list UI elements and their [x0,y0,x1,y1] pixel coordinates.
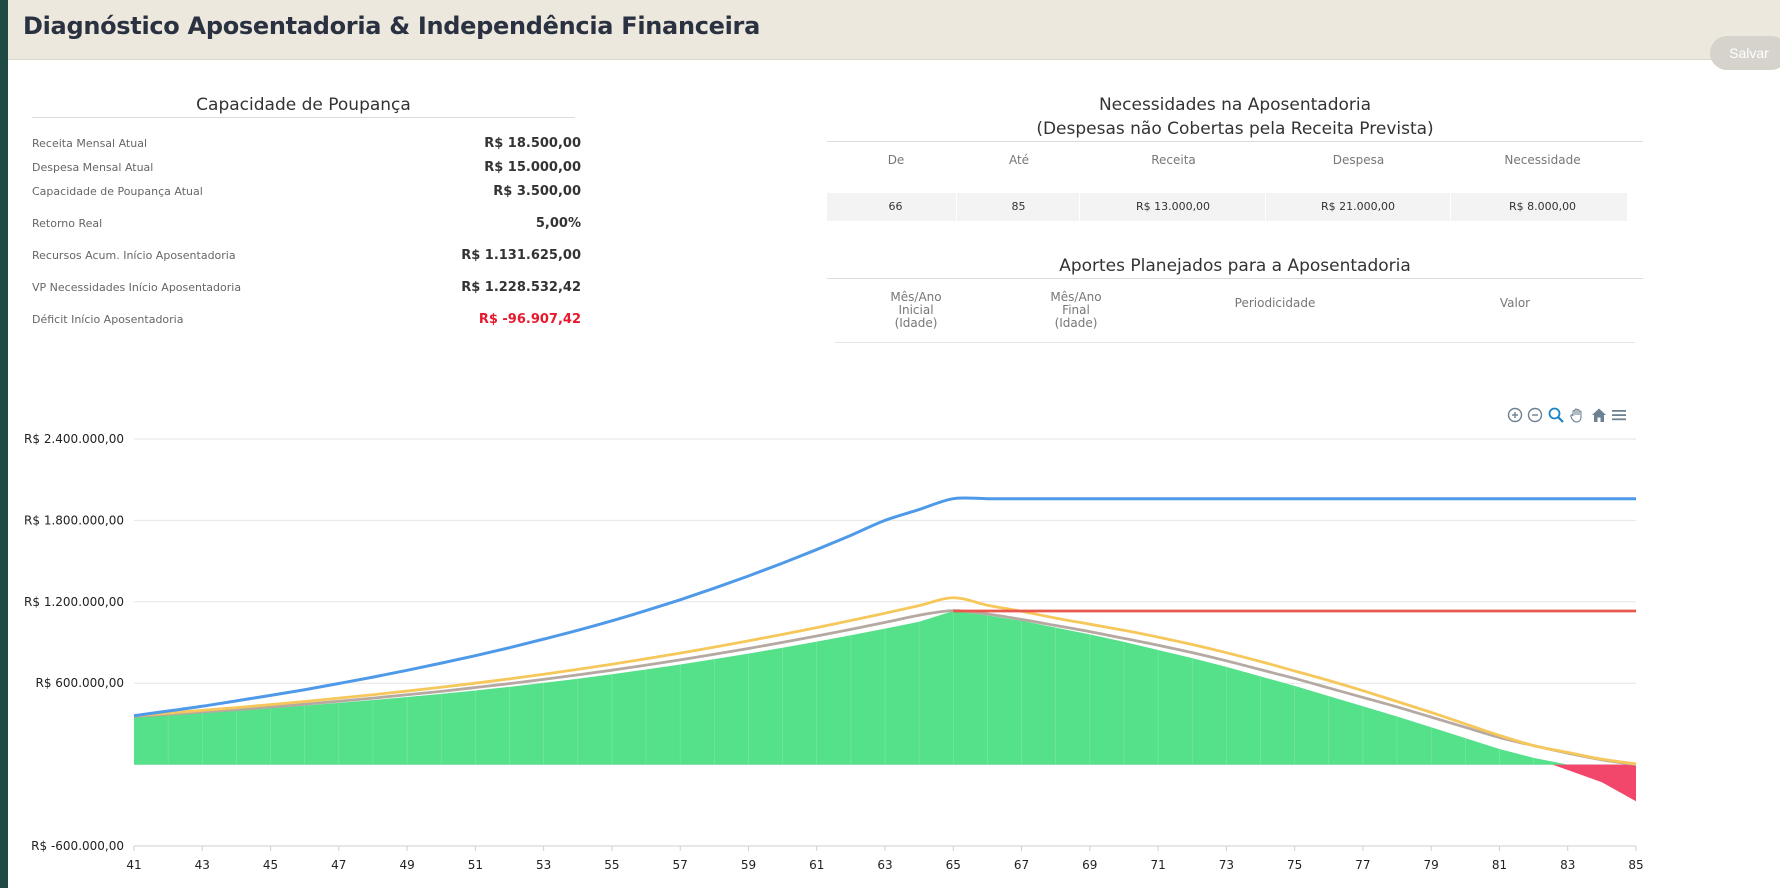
kv-value-retorno: 5,00% [535,216,581,231]
page-title: Diagnóstico Aposentadoria & Independênci… [23,12,760,40]
kv-value-capacidade: R$ 3.500,00 [493,184,581,199]
kv-value-deficit: R$ -96.907,42 [478,312,581,327]
necessidades-title: Necessidades na Aposentadoria [1098,95,1372,115]
necessidades-subtitle: (Despesas não Cobertas pela Receita Prev… [1036,119,1434,139]
kv-label-retorno: Retorno Real [32,217,103,230]
necessidades-divider [827,141,1643,142]
kv-value-vp: R$ 1.228.532,42 [461,280,581,295]
col-receita: Receita [1151,153,1196,167]
col-valor: Valor [1499,296,1531,310]
aportes-bottom-rule [835,342,1635,343]
kv-label-recursos: Recursos Acum. Início Aposentadoria [32,249,236,262]
col-inicial: Mês/Ano Inicial (Idade) [890,290,942,330]
col-periodicidade: Periodicidade [1234,296,1316,310]
cell-receita: R$ 13.000,00 [1081,193,1266,221]
kv-label-vp: VP Necessidades Início Aposentadoria [32,281,242,294]
selection-zoom-icon[interactable] [1547,407,1565,425]
capacidade-divider [32,117,575,118]
save-button[interactable]: Salvar [1710,36,1780,70]
table-row: 66 85 R$ 13.000,00 R$ 21.000,00 R$ 8.000… [827,193,1627,221]
zoom-in-icon[interactable] [1506,407,1524,425]
col-despesa: Despesa [1332,153,1385,167]
capacidade-title: Capacidade de Poupança [196,95,411,115]
kv-value-despesa: R$ 15.000,00 [484,160,581,175]
aportes-divider [827,278,1643,279]
kv-label-despesa: Despesa Mensal Atual [32,161,154,174]
col-final: Mês/Ano Final (Idade) [1050,290,1102,330]
kv-label-capacidade: Capacidade de Poupança Atual [32,185,203,198]
kv-label-deficit: Déficit Início Aposentadoria [32,313,184,326]
cell-ate: 85 [958,193,1080,221]
cell-de: 66 [835,193,957,221]
kv-value-receita: R$ 18.500,00 [484,136,581,151]
col-necessidade: Necessidade [1504,153,1581,167]
cell-despesa: R$ 21.000,00 [1266,193,1451,221]
col-de: De [887,153,905,167]
header-bar: Diagnóstico Aposentadoria & Independênci… [8,0,1780,60]
kv-label-receita: Receita Mensal Atual [32,137,148,150]
cell-necessidade: R$ 8.000,00 [1508,200,1577,213]
aportes-title: Aportes Planejados para a Aposentadoria [1059,256,1411,276]
pan-icon[interactable] [1568,407,1586,425]
kv-value-recursos: R$ 1.131.625,00 [461,248,581,263]
zoom-out-icon[interactable] [1526,407,1544,425]
menu-icon[interactable] [1610,407,1628,425]
col-ate: Até [1008,153,1030,167]
home-icon[interactable] [1590,407,1608,425]
